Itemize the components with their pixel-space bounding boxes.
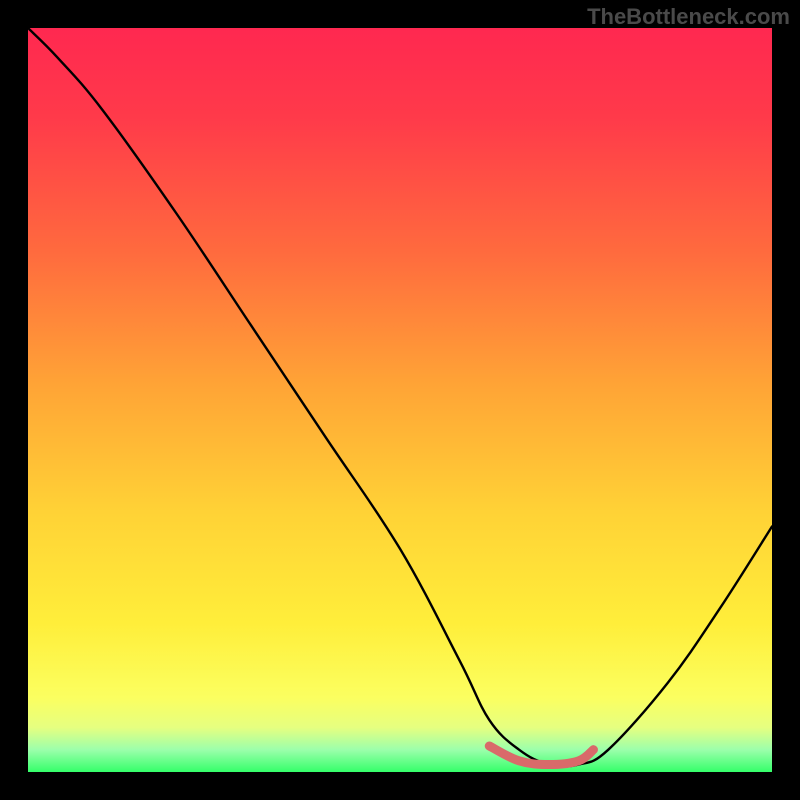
plot-svg: [28, 28, 772, 772]
watermark-text: TheBottleneck.com: [587, 4, 790, 30]
chart-container: TheBottleneck.com: [0, 0, 800, 800]
gradient-background: [28, 28, 772, 772]
plot-area: [28, 28, 772, 772]
